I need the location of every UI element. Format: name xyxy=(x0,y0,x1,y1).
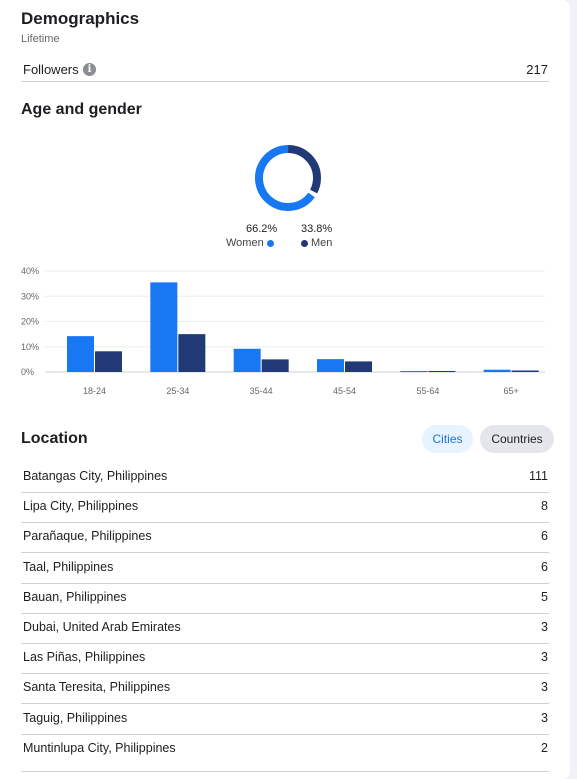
bar-men-45-54[interactable] xyxy=(345,361,372,372)
followers-row: Followers i 217 xyxy=(21,60,549,82)
location-row: Taguig, Philippines 3 xyxy=(21,705,549,735)
location-count: 3 xyxy=(541,710,548,725)
gender-donut-chart xyxy=(255,145,321,211)
location-count: 6 xyxy=(541,529,548,544)
location-name: Lipa City, Philippines xyxy=(23,499,139,514)
y-tick-label: 20% xyxy=(21,317,39,327)
legend-men: Men xyxy=(301,237,332,249)
page-subtitle: Lifetime xyxy=(21,33,60,45)
tab-countries[interactable]: Countries xyxy=(480,425,554,453)
age-gender-bar-chart: 0% 10% 20% 30% 40% 18-24 25-34 35-44 45-54 55-64 6… xyxy=(21,266,545,396)
location-name: Santa Teresita, Philippines xyxy=(23,680,171,695)
followers-value: 217 xyxy=(526,62,548,77)
location-count: 2 xyxy=(541,740,548,755)
location-row: Dubai, United Arab Emirates 3 xyxy=(21,614,549,644)
women-percent: 66.2% xyxy=(246,223,278,235)
tab-cities[interactable]: Cities xyxy=(422,425,473,453)
location-count: 8 xyxy=(541,499,548,514)
x-tick-label: 55-64 xyxy=(416,386,439,396)
location-name: Parañaque, Philippines xyxy=(23,529,152,544)
location-count: 3 xyxy=(541,650,548,665)
bar-women-55-64[interactable] xyxy=(400,370,428,372)
followers-label: Followers xyxy=(23,62,79,77)
divider xyxy=(21,771,549,772)
location-title: Location xyxy=(21,430,88,447)
location-count: 111 xyxy=(528,469,548,483)
legend-men-dot xyxy=(301,239,308,247)
location-row: Santa Teresita, Philippines 3 xyxy=(21,674,549,705)
bar-men-65+[interactable] xyxy=(511,370,539,372)
y-tick-label: 30% xyxy=(21,291,39,301)
y-tick-label: 10% xyxy=(21,342,39,352)
legend-women: Women xyxy=(226,237,274,249)
location-row: Lipa City, Philippines 8 xyxy=(21,493,549,524)
location-name: Batangas City, Philippines xyxy=(23,469,168,483)
bar-men-55-64[interactable] xyxy=(428,370,456,372)
location-count: 3 xyxy=(541,680,548,695)
bar-women-65+[interactable] xyxy=(483,369,511,372)
x-tick-label: 35-44 xyxy=(250,386,273,396)
info-icon[interactable]: i xyxy=(83,63,96,76)
page-title: Demographics xyxy=(21,9,140,28)
location-count: 5 xyxy=(541,589,548,604)
men-percent: 33.8% xyxy=(301,223,333,235)
bar-men-35-44[interactable] xyxy=(261,359,289,372)
y-tick-label: 0% xyxy=(21,367,34,377)
location-name: Las Piñas, Philippines xyxy=(23,650,146,665)
x-tick-label: 65+ xyxy=(504,386,519,396)
location-name: Dubai, United Arab Emirates xyxy=(23,620,181,634)
y-tick-label: 40% xyxy=(21,266,39,276)
location-name: Muntinlupa City, Philippines xyxy=(23,740,176,755)
location-row: Bauan, Philippines 5 xyxy=(21,584,549,614)
bar-women-18-24[interactable] xyxy=(67,336,94,372)
x-tick-label: 18-24 xyxy=(83,386,106,396)
legend-men-label: Men xyxy=(311,237,333,249)
location-name: Taguig, Philippines xyxy=(23,710,128,725)
age-gender-title: Age and gender xyxy=(21,101,142,118)
location-name: Bauan, Philippines xyxy=(23,589,127,604)
location-row: Batangas City, Philippines 111 xyxy=(21,463,549,493)
bar-men-25-34[interactable] xyxy=(178,334,206,372)
location-row: Las Piñas, Philippines 3 xyxy=(21,644,549,675)
bar-men-18-24[interactable] xyxy=(95,351,122,372)
demographics-card: Demographics Lifetime Followers i 217 Ag… xyxy=(0,0,570,779)
location-row: Taal, Philippines 6 xyxy=(21,554,549,584)
bar-women-35-44[interactable] xyxy=(233,348,261,372)
x-tick-label: 45-54 xyxy=(333,386,356,396)
location-name: Taal, Philippines xyxy=(23,559,114,574)
legend-women-label: Women xyxy=(226,237,264,249)
x-tick-label: 25-34 xyxy=(166,386,189,396)
location-count: 3 xyxy=(541,620,548,634)
bar-women-45-54[interactable] xyxy=(317,359,344,372)
location-row: Parañaque, Philippines 6 xyxy=(21,523,549,554)
legend-women-dot xyxy=(266,239,274,247)
location-count: 6 xyxy=(541,559,548,574)
bar-women-25-34[interactable] xyxy=(150,282,178,372)
location-row: Muntinlupa City, Philippines 2 xyxy=(21,735,549,764)
